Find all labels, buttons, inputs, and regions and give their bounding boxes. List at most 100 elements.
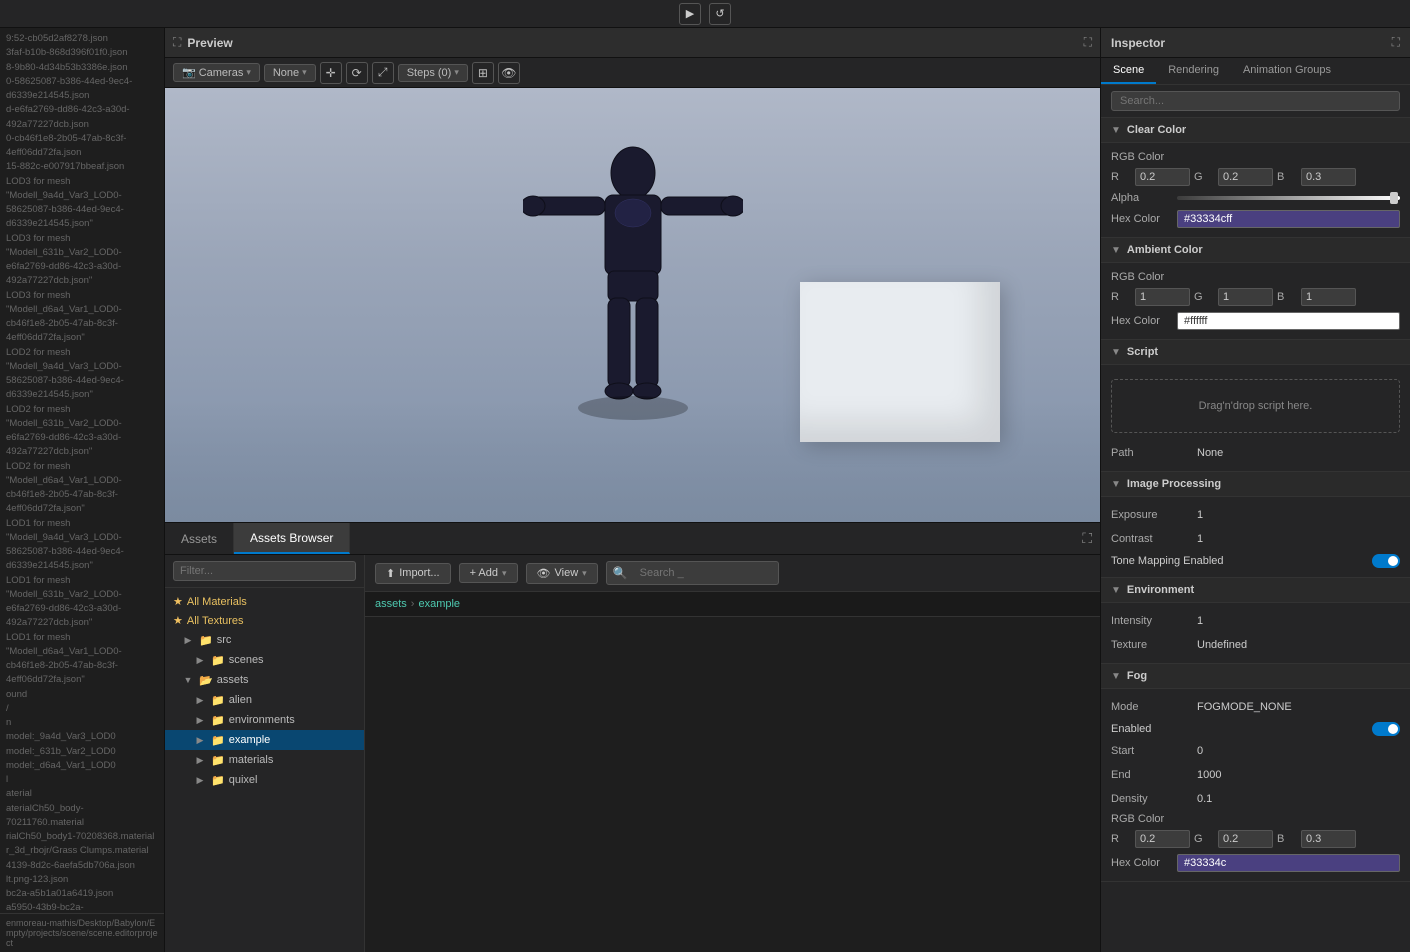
preview-viewport [165, 88, 1100, 522]
b-input-fog[interactable] [1301, 830, 1356, 848]
tab-assets[interactable]: Assets [165, 523, 234, 554]
tree-item-materials[interactable]: ▶ 📁 materials [165, 750, 364, 770]
assets-content [365, 617, 1100, 952]
tree-item-environments[interactable]: ▶ 📁 environments [165, 710, 364, 730]
cameras-button[interactable]: 📷 Cameras ▾ [173, 63, 260, 82]
inspector-expand-icon[interactable]: ⛶ [1392, 35, 1400, 50]
tone-mapping-knob [1388, 556, 1398, 566]
collapse-icon-script: ▼ [1111, 347, 1121, 358]
section-fog[interactable]: ▼ Fog [1101, 664, 1410, 689]
alpha-row-clear: Alpha [1101, 189, 1410, 207]
bottom-expand-icon[interactable]: ⛶ [1082, 530, 1092, 547]
preview-panel: ⛶ Preview ⛶ 📷 Cameras ▾ None ▾ ✛ ⟳ ⤢ Ste [165, 28, 1100, 522]
tree-item-quixel[interactable]: ▶ 📁 quixel [165, 770, 364, 790]
bottom-tabs: Assets Assets Browser ⛶ [165, 523, 1100, 555]
folder-icon-quixel: 📁 [211, 774, 225, 787]
texture-row: Texture Undefined [1101, 633, 1410, 657]
tab-assets-browser[interactable]: Assets Browser [234, 523, 350, 554]
grid-button[interactable]: ⊞ [472, 62, 494, 84]
alpha-thumb-clear [1390, 192, 1398, 204]
exposure-label: Exposure [1111, 509, 1191, 521]
intensity-label: Intensity [1111, 615, 1191, 627]
add-chevron: ▾ [502, 568, 507, 579]
folder-icon-alien: 📁 [211, 694, 225, 707]
g-input-clear[interactable] [1218, 168, 1273, 186]
tree-item-scenes[interactable]: ▶ 📁 scenes [165, 650, 364, 670]
breadcrumb-example[interactable]: example [418, 598, 460, 610]
hex-input-ambient[interactable] [1177, 312, 1400, 330]
section-script-body: Drag'n'drop script here. Path None [1101, 365, 1410, 472]
section-environment-body: Intensity 1 Texture Undefined [1101, 603, 1410, 664]
alpha-slider-clear[interactable] [1177, 196, 1400, 200]
script-drop-area[interactable]: Drag'n'drop script here. [1111, 379, 1400, 433]
fog-enabled-toggle[interactable] [1372, 722, 1400, 736]
tone-mapping-toggle[interactable] [1372, 554, 1400, 568]
breadcrumb-assets[interactable]: assets [375, 598, 407, 610]
tree-item-example[interactable]: ▶ 📁 example [165, 730, 364, 750]
import-icon: ⬆ [386, 567, 395, 580]
path-value: None [1197, 447, 1400, 459]
none-chevron: ▾ [302, 67, 307, 78]
tree-item-assets[interactable]: ▼ 📂 assets [165, 670, 364, 690]
inspector-tabs: Scene Rendering Animation Groups [1101, 58, 1410, 85]
g-input-ambient[interactable] [1218, 288, 1273, 306]
g-input-fog[interactable] [1218, 830, 1273, 848]
eye-button[interactable]: 👁 [498, 62, 520, 84]
log-line: 9:52-cb05d2af8278.json 3faf-b10b-868d396… [6, 32, 158, 913]
exposure-value: 1 [1197, 509, 1400, 521]
steps-chevron: ▾ [454, 67, 459, 78]
center-area: ⛶ Preview ⛶ 📷 Cameras ▾ None ▾ ✛ ⟳ ⤢ Ste [165, 28, 1100, 952]
expand-icon-src: ▶ [181, 633, 195, 647]
view-chevron: ▾ [582, 568, 587, 579]
b-input-ambient[interactable] [1301, 288, 1356, 306]
tree-item-all-materials[interactable]: ★ All Materials [165, 592, 364, 611]
r-input-clear[interactable] [1135, 168, 1190, 186]
reset-button[interactable]: ↺ [709, 3, 731, 25]
tree-item-alien[interactable]: ▶ 📁 alien [165, 690, 364, 710]
r-input-fog[interactable] [1135, 830, 1190, 848]
preview-expand-icon[interactable]: ⛶ [1084, 35, 1092, 50]
expand-icon-environments: ▶ [193, 713, 207, 727]
section-environment[interactable]: ▼ Environment [1101, 578, 1410, 603]
section-script[interactable]: ▼ Script [1101, 340, 1410, 365]
steps-button[interactable]: Steps (0) ▾ [398, 64, 468, 82]
section-clear-color[interactable]: ▼ Clear Color [1101, 118, 1410, 143]
tree-item-src[interactable]: ▶ 📁 src [165, 630, 364, 650]
fog-start-value: 0 [1197, 745, 1400, 757]
rotate-tool-button[interactable]: ⟳ [346, 62, 368, 84]
r-label-fog: R [1111, 833, 1131, 845]
inspector-header: Inspector ⛶ [1101, 28, 1410, 58]
tab-scene[interactable]: Scene [1101, 58, 1156, 84]
section-ambient-color[interactable]: ▼ Ambient Color [1101, 238, 1410, 263]
hex-input-fog[interactable] [1177, 854, 1400, 872]
fog-end-value: 1000 [1197, 769, 1400, 781]
folder-icon-example: 📁 [211, 734, 225, 747]
assets-search-input[interactable] [632, 564, 772, 582]
r-label-ambient: R [1111, 291, 1131, 303]
r-input-ambient[interactable] [1135, 288, 1190, 306]
tab-rendering[interactable]: Rendering [1156, 58, 1231, 84]
fog-end-label: End [1111, 769, 1191, 781]
move-tool-button[interactable]: ✛ [320, 62, 342, 84]
b-input-clear[interactable] [1301, 168, 1356, 186]
view-button[interactable]: 👁 View ▾ [526, 563, 598, 584]
expand-icon-left[interactable]: ⛶ [173, 35, 181, 50]
inspector-search-input[interactable] [1111, 91, 1400, 111]
left-panel-content: 9:52-cb05d2af8278.json 3faf-b10b-868d396… [0, 28, 164, 913]
expand-icon-materials: ▶ [193, 753, 207, 767]
play-button[interactable]: ▶ [679, 3, 701, 25]
fog-enabled-label: Enabled [1111, 723, 1366, 735]
import-button[interactable]: ⬆ Import... [375, 563, 451, 584]
add-button[interactable]: + Add ▾ [459, 563, 518, 583]
folder-icon-scenes: 📁 [211, 654, 225, 667]
assets-filter-input[interactable] [173, 561, 356, 581]
scale-tool-button[interactable]: ⤢ [372, 62, 394, 84]
tab-animation-groups[interactable]: Animation Groups [1231, 58, 1343, 84]
fog-density-value: 0.1 [1197, 793, 1400, 805]
search-bar: 🔍 [606, 561, 779, 585]
left-panel: 9:52-cb05d2af8278.json 3faf-b10b-868d396… [0, 28, 165, 952]
tree-item-all-textures[interactable]: ★ All Textures [165, 611, 364, 630]
none-button[interactable]: None ▾ [264, 64, 316, 82]
section-image-processing[interactable]: ▼ Image Processing [1101, 472, 1410, 497]
hex-input-clear[interactable] [1177, 210, 1400, 228]
